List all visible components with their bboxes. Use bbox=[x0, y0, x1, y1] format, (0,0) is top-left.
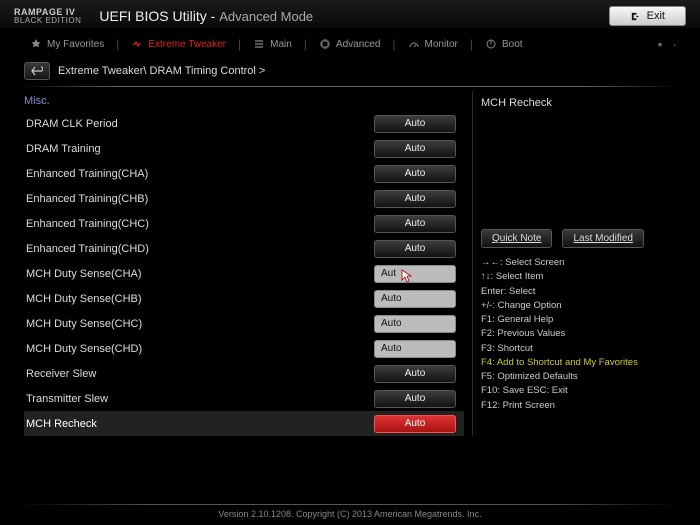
cursor-icon bbox=[401, 269, 415, 286]
tab-extreme-tweaker[interactable]: Extreme Tweaker bbox=[121, 34, 236, 54]
setting-label: DRAM CLK Period bbox=[24, 118, 374, 130]
app-title: UEFI BIOS Utility - Advanced Mode bbox=[99, 8, 608, 24]
gauge-icon bbox=[408, 38, 420, 50]
star-icon bbox=[30, 38, 42, 50]
setting-label: Enhanced Training(CHB) bbox=[24, 193, 374, 205]
setting-row[interactable]: DRAM CLK PeriodAuto bbox=[24, 111, 464, 136]
tab-bar: My Favorites| Extreme Tweaker| Main| Adv… bbox=[0, 28, 700, 58]
setting-label: Enhanced Training(CHA) bbox=[24, 168, 374, 180]
tab-monitor[interactable]: Monitor bbox=[398, 34, 468, 54]
setting-value[interactable]: Auto bbox=[374, 365, 456, 383]
tab-advanced[interactable]: Advanced bbox=[309, 34, 390, 54]
setting-value[interactable]: Auto bbox=[374, 190, 456, 208]
setting-label: MCH Duty Sense(CHD) bbox=[24, 343, 374, 355]
setting-value[interactable]: Auto bbox=[374, 240, 456, 258]
back-button[interactable] bbox=[24, 62, 50, 80]
setting-label: Enhanced Training(CHD) bbox=[24, 243, 374, 255]
brand-logo: RAMPAGE IVBLACK EDITION bbox=[14, 8, 81, 25]
setting-row[interactable]: DRAM TrainingAuto bbox=[24, 136, 464, 161]
exit-button[interactable]: Exit bbox=[609, 6, 686, 26]
power-icon bbox=[485, 38, 497, 50]
setting-row[interactable]: MCH Duty Sense(CHC)Auto bbox=[24, 311, 464, 336]
setting-row[interactable]: MCH RecheckAuto bbox=[24, 411, 464, 436]
breadcrumb: Extreme Tweaker\ DRAM Timing Control > bbox=[58, 65, 265, 77]
info-title: MCH Recheck bbox=[481, 91, 684, 229]
back-arrow-icon bbox=[31, 66, 43, 76]
setting-row[interactable]: Receiver SlewAuto bbox=[24, 361, 464, 386]
tab-boot[interactable]: Boot bbox=[475, 34, 533, 54]
footer-text: Version 2.10.1208. Copyright (C) 2013 Am… bbox=[0, 509, 700, 519]
tab-favorites[interactable]: My Favorites bbox=[20, 34, 114, 54]
setting-row[interactable]: MCH Duty Sense(CHA)Aut bbox=[24, 261, 464, 286]
setting-value[interactable]: Auto bbox=[374, 290, 456, 308]
setting-row[interactable]: Enhanced Training(CHB)Auto bbox=[24, 186, 464, 211]
section-header: Misc. bbox=[24, 91, 464, 111]
setting-label: MCH Recheck bbox=[24, 418, 374, 430]
exit-icon bbox=[630, 11, 641, 22]
setting-row[interactable]: Enhanced Training(CHC)Auto bbox=[24, 211, 464, 236]
quick-note-button[interactable]: Quick Note bbox=[481, 229, 552, 248]
setting-label: MCH Duty Sense(CHC) bbox=[24, 318, 374, 330]
setting-value[interactable]: Auto bbox=[374, 390, 456, 408]
list-icon bbox=[253, 38, 265, 50]
setting-label: MCH Duty Sense(CHB) bbox=[24, 293, 374, 305]
tweaker-icon bbox=[131, 38, 143, 50]
chip-icon bbox=[319, 38, 331, 50]
setting-value[interactable]: Auto bbox=[374, 115, 456, 133]
setting-value[interactable]: Aut bbox=[374, 265, 456, 283]
setting-label: Receiver Slew bbox=[24, 368, 374, 380]
setting-row[interactable]: Transmitter SlewAuto bbox=[24, 386, 464, 411]
setting-label: Transmitter Slew bbox=[24, 393, 374, 405]
setting-value[interactable]: Auto bbox=[374, 140, 456, 158]
settings-panel: Misc. DRAM CLK PeriodAutoDRAM TrainingAu… bbox=[24, 91, 464, 436]
help-text: →←: Select Screen↑↓: Select ItemEnter: S… bbox=[481, 256, 684, 413]
setting-value[interactable]: Auto bbox=[374, 340, 456, 358]
setting-row[interactable]: Enhanced Training(CHA)Auto bbox=[24, 161, 464, 186]
tab-main[interactable]: Main bbox=[243, 34, 302, 54]
setting-value[interactable]: Auto bbox=[374, 415, 456, 433]
setting-value[interactable]: Auto bbox=[374, 315, 456, 333]
setting-row[interactable]: MCH Duty Sense(CHD)Auto bbox=[24, 336, 464, 361]
setting-label: MCH Duty Sense(CHA) bbox=[24, 268, 374, 280]
setting-label: Enhanced Training(CHC) bbox=[24, 218, 374, 230]
setting-value[interactable]: Auto bbox=[374, 215, 456, 233]
setting-label: DRAM Training bbox=[24, 143, 374, 155]
setting-value[interactable]: Auto bbox=[374, 165, 456, 183]
setting-row[interactable]: Enhanced Training(CHD)Auto bbox=[24, 236, 464, 261]
setting-row[interactable]: MCH Duty Sense(CHB)Auto bbox=[24, 286, 464, 311]
info-panel: MCH Recheck Quick Note Last Modified →←:… bbox=[472, 91, 684, 436]
last-modified-button[interactable]: Last Modified bbox=[562, 229, 643, 248]
page-dots: • · bbox=[658, 36, 680, 52]
